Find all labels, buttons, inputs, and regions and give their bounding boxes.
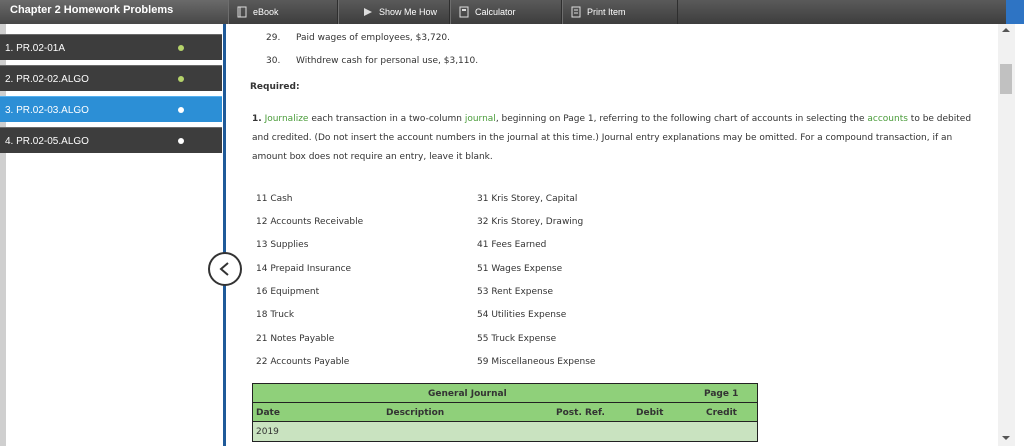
status-dot-icon [178, 138, 184, 144]
play-icon [364, 8, 372, 16]
show-me-how-label: Show Me How [379, 7, 438, 17]
transaction-number: 29. [266, 33, 281, 43]
account-item: 18 Truck [256, 310, 295, 320]
sidebar-item-pr-02-01a[interactable]: 1. PR.02-01A [0, 34, 222, 60]
account-item: 14 Prepaid Insurance [256, 264, 352, 274]
journalize-link[interactable]: Journalize [265, 114, 309, 124]
journal-page: Page 1 [704, 389, 739, 399]
ebook-button[interactable]: eBook [228, 0, 338, 24]
account-item: 22 Accounts Payable [256, 357, 350, 367]
chevron-left-icon [219, 262, 229, 276]
print-item-label: Print Item [587, 7, 626, 17]
vertical-scrollbar[interactable] [998, 24, 1015, 446]
accounts-link[interactable]: accounts [867, 114, 908, 124]
account-item: 21 Notes Payable [256, 334, 335, 344]
sidebar-item-label: 4. PR.02-05.ALGO [5, 136, 89, 147]
sidebar-item-pr-02-05-algo[interactable]: 4. PR.02-05.ALGO [0, 127, 222, 153]
sidebar-item-pr-02-02-algo[interactable]: 2. PR.02-02.ALGO [0, 65, 222, 91]
sidebar-item-label: 1. PR.02-01A [5, 43, 66, 54]
table-row: 2019 [252, 422, 758, 442]
account-item: 59 Miscellaneous Expense [477, 357, 596, 367]
year-cell: 2019 [256, 427, 279, 437]
print-icon [571, 6, 581, 18]
transaction-text: Withdrew cash for personal use, $3,110. [296, 56, 479, 66]
account-item: 41 Fees Earned [477, 240, 547, 250]
scroll-up-icon[interactable] [1002, 28, 1010, 32]
tool-bar: eBook Show Me How Calculator Print Item [228, 0, 678, 24]
chapter-title: Chapter 2 Homework Problems [0, 0, 228, 24]
scroll-down-icon[interactable] [1002, 436, 1010, 440]
ebook-label: eBook [253, 7, 279, 17]
transaction-line: 29. Paid wages of employees, $3,720. [266, 33, 450, 43]
col-debit: Debit [636, 408, 664, 418]
journal-header-row: Date Description Post. Ref. Debit Credit [252, 403, 758, 422]
scroll-thumb[interactable] [1000, 64, 1012, 94]
required-heading: Required: [250, 82, 300, 92]
instruction-number: 1. [252, 114, 262, 124]
account-item: 11 Cash [256, 194, 293, 204]
calculator-button[interactable]: Calculator [450, 0, 562, 24]
calculator-label: Calculator [475, 7, 516, 17]
journal-title: General Journal [428, 389, 507, 399]
account-item: 51 Wages Expense [477, 264, 563, 274]
sidebar-item-label: 3. PR.02-03.ALGO [5, 105, 89, 116]
print-item-button[interactable]: Print Item [562, 0, 678, 24]
problem-content: 29. Paid wages of employees, $3,720. 30. W… [226, 24, 998, 446]
col-post-ref: Post. Ref. [556, 408, 605, 418]
calculator-icon [459, 6, 469, 18]
general-journal-table: General Journal Page 1 Date Description … [252, 383, 758, 442]
account-item: 32 Kris Storey, Drawing [477, 217, 584, 227]
instruction-text: each transaction in a two-column [308, 114, 465, 124]
account-item: 16 Equipment [256, 287, 320, 297]
col-credit: Credit [706, 408, 737, 418]
account-item: 54 Utilities Expense [477, 310, 567, 320]
col-description: Description [386, 408, 445, 418]
show-me-how-button[interactable]: Show Me How [338, 0, 450, 24]
account-item: 12 Accounts Receivable [256, 217, 364, 227]
side-panel-tab[interactable] [1006, 0, 1024, 24]
journal-title-row: General Journal Page 1 [252, 383, 758, 403]
instruction-paragraph: 1. Journalize each transaction in a two-… [252, 110, 980, 167]
status-dot-icon [178, 76, 184, 82]
transaction-line: 30. Withdrew cash for personal use, $3,11… [266, 56, 478, 66]
instruction-text: , beginning on Page 1, referring to the … [495, 114, 868, 124]
right-margin [1015, 24, 1024, 446]
status-dot-icon [178, 45, 184, 51]
account-item: 13 Supplies [256, 240, 309, 250]
col-date: Date [256, 408, 280, 418]
status-dot-icon [178, 107, 184, 113]
account-item: 31 Kris Storey, Capital [477, 194, 578, 204]
journal-link[interactable]: journal [465, 114, 496, 124]
account-item: 53 Rent Expense [477, 287, 553, 297]
account-item: 55 Truck Expense [477, 334, 557, 344]
collapse-sidebar-button[interactable] [208, 252, 242, 286]
transaction-number: 30. [266, 56, 281, 66]
sidebar-item-label: 2. PR.02-02.ALGO [5, 74, 89, 85]
transaction-text: Paid wages of employees, $3,720. [296, 33, 451, 43]
book-icon [237, 6, 247, 18]
sidebar-item-pr-02-03-algo[interactable]: 3. PR.02-03.ALGO [0, 96, 222, 122]
